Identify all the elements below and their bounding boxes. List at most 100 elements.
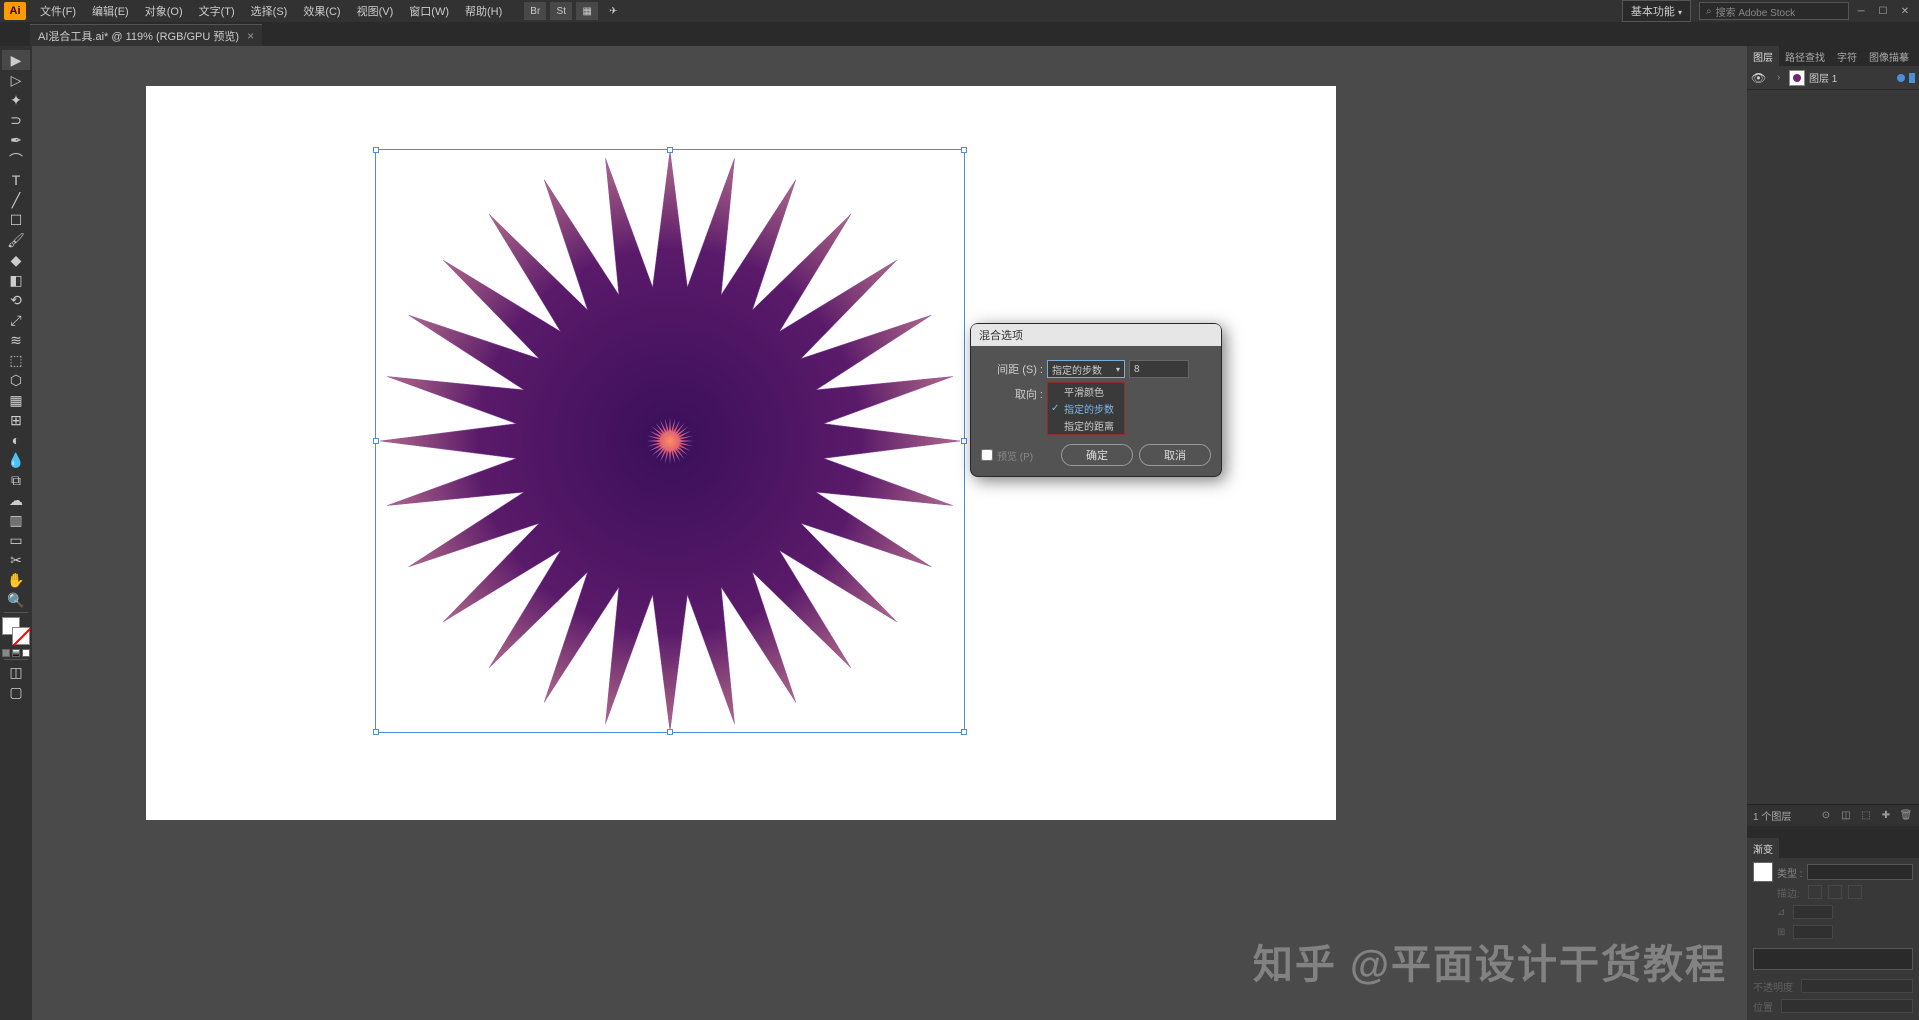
selection-box[interactable]: [375, 149, 965, 733]
color-mode-icon[interactable]: [2, 649, 10, 657]
sel-handle-tl[interactable]: [373, 147, 379, 153]
tab-layers[interactable]: 图层: [1747, 46, 1779, 66]
maximize-icon[interactable]: ☐: [1873, 3, 1893, 19]
layer-row[interactable]: 👁 › 图层 1: [1747, 66, 1919, 90]
menu-edit[interactable]: 编辑(E): [84, 3, 137, 19]
free-transform-icon[interactable]: ⬚: [2, 350, 30, 370]
aspect-input[interactable]: [1793, 925, 1833, 939]
stock-icon[interactable]: St: [550, 2, 572, 20]
menu-view[interactable]: 视图(V): [349, 3, 402, 19]
clip-mask-icon[interactable]: ◫: [1839, 809, 1853, 823]
lasso-tool-icon[interactable]: ⊃: [2, 110, 30, 130]
direct-select-tool-icon[interactable]: ▷: [2, 70, 30, 90]
cancel-button[interactable]: 取消: [1139, 444, 1211, 466]
shape-builder-icon[interactable]: ⬡: [2, 370, 30, 390]
type-tool-icon[interactable]: T: [2, 170, 30, 190]
spacing-value-input[interactable]: [1129, 360, 1189, 378]
spacing-select[interactable]: 指定的步数▾: [1047, 360, 1125, 378]
arrange-docs-icon[interactable]: ▦: [576, 2, 598, 20]
sel-handle-bc[interactable]: [667, 729, 673, 735]
visibility-icon[interactable]: 👁: [1751, 71, 1767, 85]
menu-effect[interactable]: 效果(C): [295, 3, 348, 19]
blend-tool-icon[interactable]: ⧉: [2, 470, 30, 490]
stroke-swatch-icon[interactable]: [12, 627, 30, 645]
curvature-tool-icon[interactable]: ⌒: [2, 150, 30, 170]
dd-item-distance[interactable]: 指定的距离: [1048, 417, 1124, 434]
stroke-along-icon[interactable]: [1828, 885, 1842, 899]
graph-tool-icon[interactable]: ▥: [2, 510, 30, 530]
gradient-type-select[interactable]: [1807, 864, 1913, 880]
delete-layer-icon[interactable]: 🗑: [1899, 809, 1913, 823]
menu-type[interactable]: 文字(T): [191, 3, 243, 19]
width-tool-icon[interactable]: ≋: [2, 330, 30, 350]
layer-target-icon[interactable]: [1897, 74, 1905, 82]
menu-help[interactable]: 帮助(H): [457, 3, 510, 19]
artboard-tool-icon[interactable]: ▭: [2, 530, 30, 550]
dd-item-steps[interactable]: ✓指定的步数: [1048, 400, 1124, 417]
rotate-tool-icon[interactable]: ⟲: [2, 290, 30, 310]
angle-input[interactable]: [1793, 905, 1833, 919]
workspace-dropdown[interactable]: 基本功能 ▾: [1622, 0, 1691, 22]
hand-tool-icon[interactable]: ✋: [2, 570, 30, 590]
gradient-ramp[interactable]: [1753, 948, 1913, 970]
gradient-mode-icon[interactable]: [12, 649, 20, 657]
location-input[interactable]: [1781, 999, 1913, 1013]
tab-image-trace[interactable]: 图像描摹: [1863, 46, 1915, 66]
ok-button[interactable]: 确定: [1061, 444, 1133, 466]
close-window-icon[interactable]: ✕: [1895, 3, 1915, 19]
zoom-tool-icon[interactable]: 🔍: [2, 590, 30, 610]
brush-tool-icon[interactable]: 🖌: [2, 230, 30, 250]
gpu-icon[interactable]: ✈: [602, 2, 624, 20]
gradient-tool-icon[interactable]: ◐: [2, 430, 30, 450]
stroke-within-icon[interactable]: [1848, 885, 1862, 899]
scale-tool-icon[interactable]: ⤢: [2, 310, 30, 330]
sel-handle-br[interactable]: [961, 729, 967, 735]
new-layer-icon[interactable]: ✚: [1879, 809, 1893, 823]
sel-handle-tr[interactable]: [961, 147, 967, 153]
eyedropper-tool-icon[interactable]: 💧: [2, 450, 30, 470]
dd-item-smooth[interactable]: 平滑颜色: [1048, 383, 1124, 400]
tab-gradient[interactable]: 渐变: [1747, 838, 1779, 858]
perspective-grid-icon[interactable]: ▦: [2, 390, 30, 410]
tab-pathfinder[interactable]: 路径查找: [1779, 46, 1831, 66]
draw-mode-icon[interactable]: ◫: [2, 662, 30, 682]
mesh-tool-icon[interactable]: ⊞: [2, 410, 30, 430]
fill-stroke-swatch[interactable]: [2, 617, 30, 645]
magic-wand-tool-icon[interactable]: ✦: [2, 90, 30, 110]
screen-mode-icon[interactable]: ▢: [2, 682, 30, 702]
menu-file[interactable]: 文件(F): [32, 3, 84, 19]
tab-character[interactable]: 字符: [1831, 46, 1863, 66]
app-logo-icon: Ai: [4, 2, 26, 20]
canvas-area[interactable]: 混合选项 间距 (S) : 指定的步数▾ 取向 : ⊥ ⌇ 平滑颜色 ✓指定的步…: [32, 46, 1747, 1020]
layer-name[interactable]: 图层 1: [1809, 70, 1837, 85]
sel-handle-tc[interactable]: [667, 147, 673, 153]
selection-tool-icon[interactable]: ▶: [2, 50, 30, 70]
dialog-title[interactable]: 混合选项: [971, 324, 1221, 346]
shaper-tool-icon[interactable]: ◆: [2, 250, 30, 270]
rectangle-tool-icon[interactable]: ☐: [2, 210, 30, 230]
tab-close-icon[interactable]: ×: [247, 29, 254, 43]
slice-tool-icon[interactable]: ✂: [2, 550, 30, 570]
symbol-spray-icon[interactable]: ☁: [2, 490, 30, 510]
eraser-tool-icon[interactable]: ◧: [2, 270, 30, 290]
sel-handle-bl[interactable]: [373, 729, 379, 735]
none-mode-icon[interactable]: [22, 649, 30, 657]
menu-object[interactable]: 对象(O): [137, 3, 191, 19]
minimize-icon[interactable]: ─: [1851, 3, 1871, 19]
sel-handle-ml[interactable]: [373, 438, 379, 444]
sublayer-icon[interactable]: ⬚: [1859, 809, 1873, 823]
sel-handle-mr[interactable]: [961, 438, 967, 444]
stroke-across-icon[interactable]: [1808, 885, 1822, 899]
line-tool-icon[interactable]: ╱: [2, 190, 30, 210]
expand-icon[interactable]: ›: [1777, 72, 1789, 83]
bridge-icon[interactable]: Br: [524, 2, 546, 20]
preview-checkbox[interactable]: 预览 (P): [981, 448, 1055, 463]
document-tab[interactable]: AI混合工具.ai* @ 119% (RGB/GPU 预览) ×: [30, 24, 262, 46]
gradient-swatch-icon[interactable]: [1753, 862, 1773, 882]
menu-window[interactable]: 窗口(W): [401, 3, 457, 19]
opacity-input[interactable]: [1801, 979, 1913, 993]
pen-tool-icon[interactable]: ✒: [2, 130, 30, 150]
menu-select[interactable]: 选择(S): [243, 3, 296, 19]
locate-icon[interactable]: ⊙: [1819, 809, 1833, 823]
search-input[interactable]: ⌕ 搜索 Adobe Stock: [1699, 2, 1849, 20]
